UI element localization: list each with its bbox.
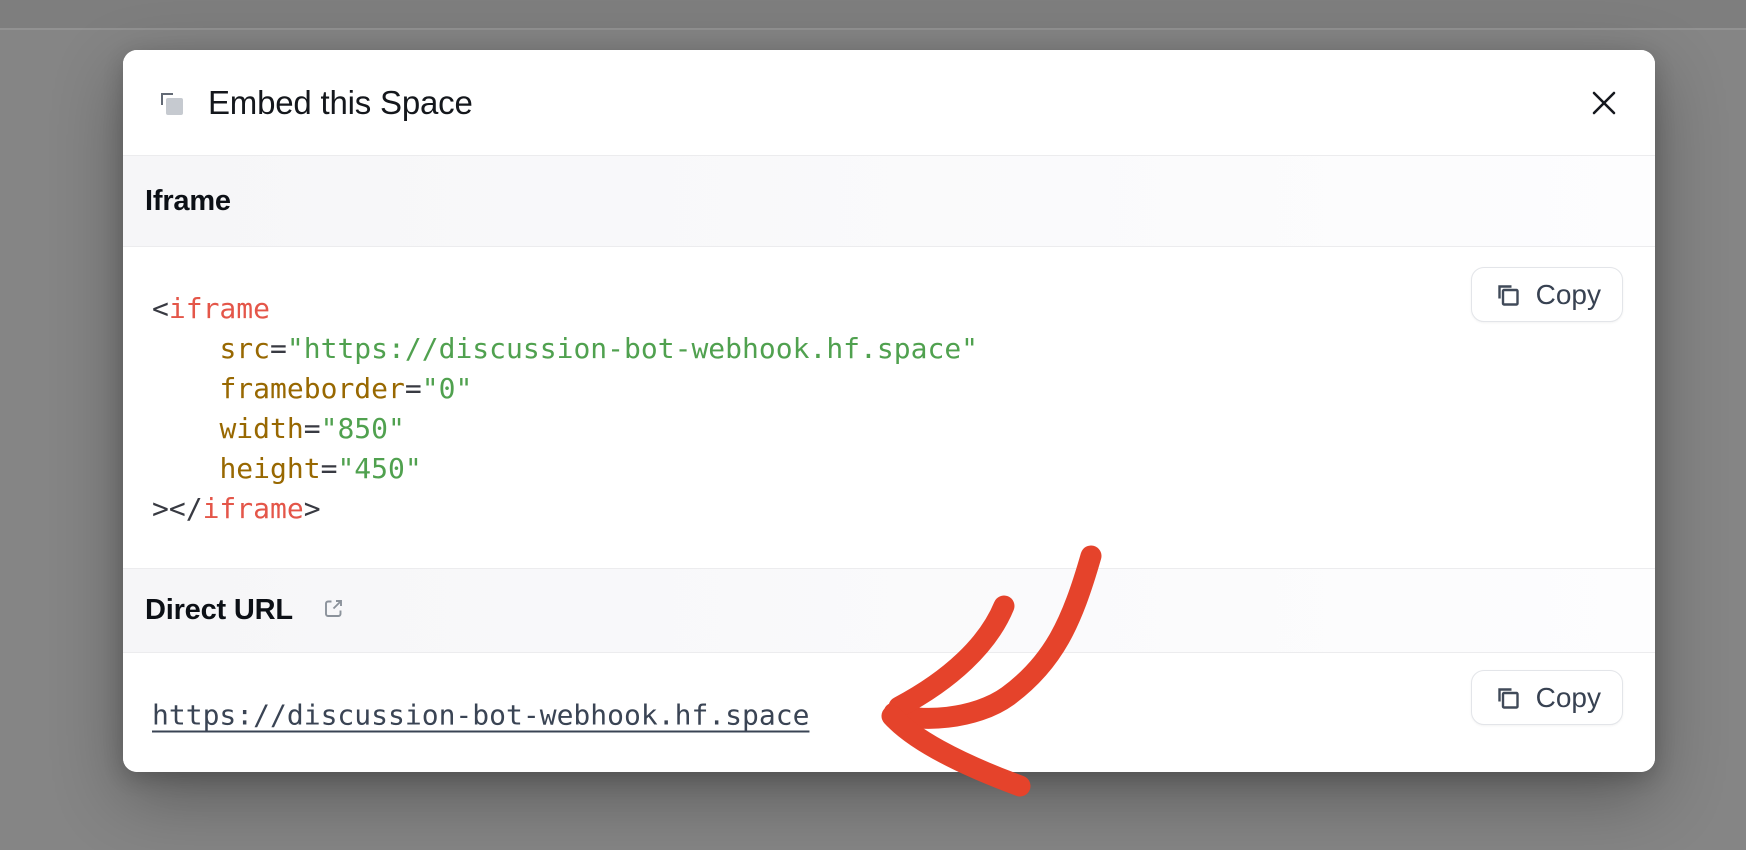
- copy-icon: [1493, 280, 1523, 310]
- copy-url-button[interactable]: Copy: [1471, 670, 1623, 725]
- iframe-code-section: Copy <iframe src="https://discussion-bot…: [123, 247, 1655, 568]
- dialog-header: Embed this Space: [123, 50, 1655, 155]
- iframe-embed-code[interactable]: <iframe src="https://discussion-bot-webh…: [123, 247, 1655, 529]
- copy-icon: [1493, 683, 1523, 713]
- copy-button-label: Copy: [1536, 682, 1601, 714]
- dialog-title: Embed this Space: [208, 84, 473, 122]
- copy-button-label: Copy: [1536, 279, 1601, 311]
- direct-url-link[interactable]: https://discussion-bot-webhook.hf.space: [152, 699, 809, 732]
- direct-url-section-header: Direct URL: [123, 568, 1655, 653]
- direct-url-section-title: Direct URL: [145, 594, 293, 627]
- external-link-icon: [321, 596, 346, 621]
- iframe-section-header: Iframe: [123, 155, 1655, 247]
- copy-iframe-code-button[interactable]: Copy: [1471, 267, 1623, 322]
- direct-url-row: https://discussion-bot-webhook.hf.space …: [123, 653, 1655, 772]
- close-icon: [1589, 88, 1619, 118]
- close-button[interactable]: [1579, 78, 1629, 128]
- screen: Embed this Space Iframe Copy <iframe: [0, 0, 1746, 850]
- embed-copy-icon: [155, 87, 187, 119]
- dimmed-page-header: [0, 0, 1746, 30]
- iframe-section-title: Iframe: [145, 185, 231, 218]
- embed-space-dialog: Embed this Space Iframe Copy <iframe: [123, 50, 1655, 772]
